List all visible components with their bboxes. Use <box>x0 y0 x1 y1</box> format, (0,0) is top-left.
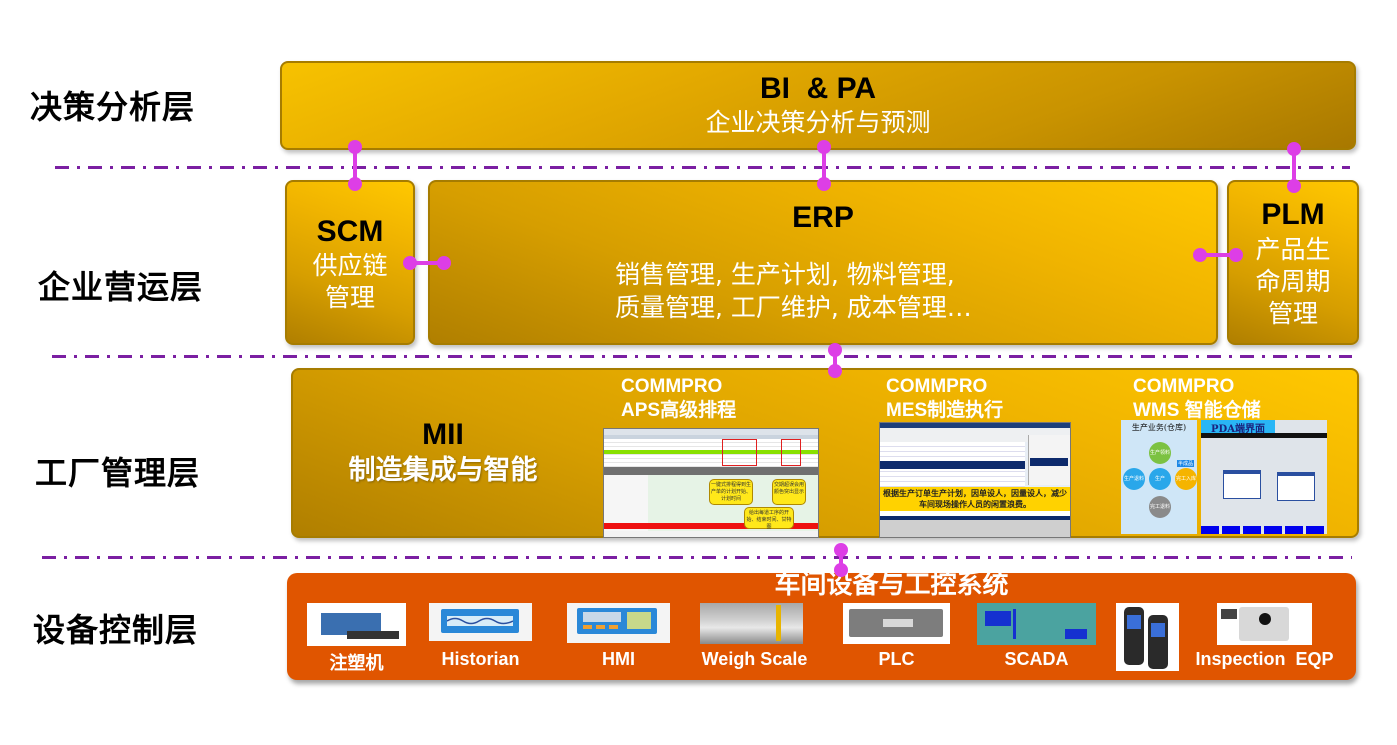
plm-title: PLM <box>1261 198 1325 231</box>
plc-controller-icon <box>843 603 950 644</box>
equipment-label: Historian <box>441 649 520 669</box>
scm-line2: 管理 <box>324 283 375 312</box>
erp-description: 销售管理, 生产计划, 物料管理, 质量管理, 工厂维护, 成本管理… <box>615 258 972 324</box>
mes-brand: COMMPRO <box>886 376 988 397</box>
scm-box[interactable]: SCM 供应链 管理 <box>285 180 415 345</box>
equipment-label: Weigh Scale <box>701 649 808 669</box>
wms-node: 生产领料 <box>1149 442 1171 464</box>
plm-box[interactable]: PLM 产品生 命周期 管理 <box>1227 180 1359 345</box>
equipment-label: HMI <box>602 649 635 669</box>
bi-pa-box[interactable]: BI & PA 企业决策分析与预测 <box>280 61 1356 150</box>
layer-divider <box>55 166 1350 169</box>
inspection-machine-icon <box>1217 603 1312 645</box>
erp-line2: 质量管理, 工厂维护, 成本管理… <box>615 293 972 322</box>
equipment-label: Inspection EQP <box>1195 649 1334 669</box>
module-aps[interactable]: COMMPRO APS高级排程 <box>621 375 736 423</box>
aps-callout: 一键式排程得到生产单的计划开始、计划时间 <box>709 479 753 505</box>
historian-monitor-icon <box>429 603 532 641</box>
erp-title: ERP <box>792 201 854 234</box>
layer-label-enterprise: 企业营运层 <box>38 268 204 306</box>
bi-pa-subtitle: 企业决策分析与预测 <box>705 108 931 137</box>
wms-panel-title: 生产业务(仓库) <box>1131 423 1187 432</box>
module-mes[interactable]: COMMPRO MES制造执行 <box>886 375 1003 423</box>
aps-callout: 交期超误会用颜色突出显示 <box>772 479 806 505</box>
layer-label-decision: 决策分析层 <box>30 88 196 126</box>
mes-screenshot: 根据生产订单生产计划，因单设人，因量设人，减少车间现场操作人员的闲置浪费。 <box>879 422 1071 538</box>
plm-line1: 产品生 <box>1255 235 1331 264</box>
mii-heading: MII 制造集成与智能 <box>333 418 553 488</box>
layer-divider <box>52 355 1352 358</box>
layer-label-equipment: 设备控制层 <box>33 611 199 649</box>
hmi-panel-icon <box>567 603 670 643</box>
aps-brand: COMMPRO <box>621 376 723 397</box>
wms-node: 完工入库 <box>1175 468 1197 490</box>
erp-line1: 销售管理, 生产计划, 物料管理, <box>615 260 955 289</box>
wms-node: 生产退料 <box>1123 468 1145 490</box>
erp-box[interactable]: ERP 销售管理, 生产计划, 物料管理, 质量管理, 工厂维护, 成本管理… <box>428 180 1218 345</box>
equipment-label: PLC <box>878 649 915 669</box>
aps-screenshot: 一键式排程得到生产单的计划开始、计划时间 交期超误会用颜色突出显示 给出每道工序… <box>603 428 819 538</box>
module-wms[interactable]: COMMPRO WMS 智能仓储 <box>1133 375 1261 423</box>
scm-title: SCM <box>316 215 384 248</box>
layer-label-factory: 工厂管理层 <box>35 454 201 492</box>
equipment-label: SCADA <box>1004 649 1069 669</box>
aps-callout: 给出每道工序的开始、结束时间、甘特图 <box>744 507 794 530</box>
injection-molding-machine-icon <box>307 603 406 646</box>
wms-pda-screenshot: PDA端界面 <box>1201 420 1327 534</box>
handheld-scanner-icon <box>1116 603 1179 671</box>
plm-line2: 命周期 <box>1255 267 1331 296</box>
mii-box[interactable]: MII 制造集成与智能 COMMPRO APS高级排程 一键式排程得到生产单的计… <box>291 368 1359 538</box>
aps-name: APS高级排程 <box>621 400 737 421</box>
layer-divider <box>42 556 1352 559</box>
equipment-title: 车间设备与工控系统 <box>774 570 1009 600</box>
wms-brand: COMMPRO <box>1133 376 1235 397</box>
weigh-scale-icon <box>700 603 803 644</box>
plm-line3: 管理 <box>1267 299 1318 328</box>
mii-title: MII <box>422 418 464 451</box>
mes-name: MES制造执行 <box>886 400 1004 421</box>
bi-pa-title: BI & PA <box>759 72 877 105</box>
wave-icon <box>447 617 513 625</box>
wms-tag: 半成品 <box>1177 460 1195 467</box>
scada-screen-icon <box>977 603 1096 645</box>
scm-line1: 供应链 <box>312 251 388 280</box>
wms-node: 生产 <box>1149 468 1171 490</box>
equipment-box[interactable]: 车间设备与工控系统 注塑机 Historian HMI Weigh Scale … <box>287 570 1356 680</box>
wms-flow-screenshot: 生产业务(仓库) 生产领料 生产退料 生产 完工入库 完工退料 半成品 <box>1121 420 1197 534</box>
wms-node: 完工退料 <box>1149 496 1171 518</box>
mes-banner: 根据生产订单生产计划，因单设人，因量设人，减少车间现场操作人员的闲置浪费。 <box>880 487 1070 511</box>
mii-subtitle: 制造集成与智能 <box>348 455 538 485</box>
equipment-label: 注塑机 <box>329 653 384 673</box>
